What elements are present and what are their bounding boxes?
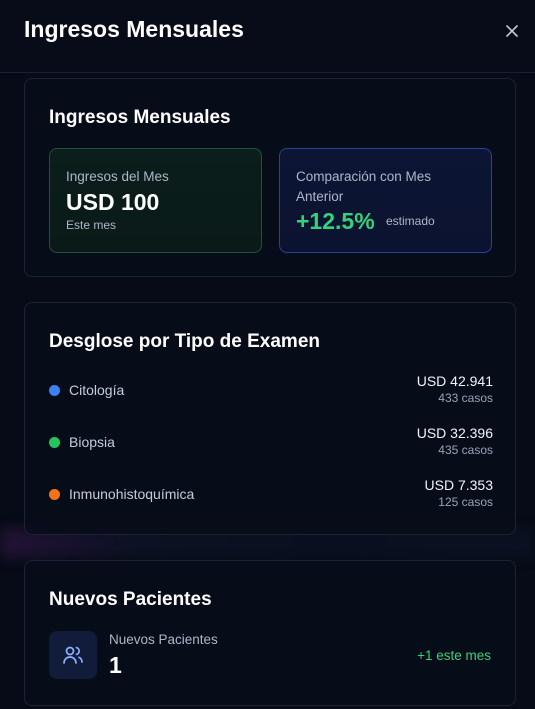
monthly-income-card: Ingresos Mensuales Ingresos del Mes USD … [24, 78, 516, 277]
month-income-box: Ingresos del Mes USD 100 Este mes [49, 148, 262, 253]
comparison-label: Comparación con Mes Anterior [296, 169, 432, 204]
exam-row-citologia: Citología USD 42.941 433 casos [49, 373, 493, 409]
close-button[interactable] [501, 20, 523, 42]
exam-cases: 435 casos [438, 443, 493, 457]
exam-color-dot [49, 385, 60, 396]
users-icon [63, 646, 83, 664]
exam-row-inmunohistoquimica: Inmunohistoquímica USD 7.353 125 casos [49, 477, 493, 513]
exam-breakdown-card: Desglose por Tipo de Examen Citología US… [24, 302, 516, 535]
new-patients-delta: +1 este mes [417, 648, 491, 663]
modal-title: Ingresos Mensuales [24, 16, 244, 42]
exam-amount: USD 42.941 [416, 373, 493, 389]
close-icon [506, 25, 518, 37]
new-patients-title: Nuevos Pacientes [49, 589, 212, 610]
modal-header: Ingresos Mensuales [0, 0, 535, 73]
month-income-sub: Este mes [66, 218, 117, 232]
exam-name: Inmunohistoquímica [69, 486, 195, 502]
comparison-value: +12.5% [296, 208, 375, 234]
breakdown-title: Desglose por Tipo de Examen [49, 331, 321, 352]
patients-icon-box [49, 631, 97, 679]
month-income-label: Ingresos del Mes [66, 169, 169, 184]
exam-cases: 433 casos [438, 391, 493, 405]
comparison-sub: estimado [386, 214, 435, 228]
exam-amount: USD 32.396 [416, 425, 493, 441]
comparison-box: Comparación con Mes Anterior +12.5% esti… [279, 148, 492, 253]
exam-name: Citología [69, 382, 125, 398]
exam-name: Biopsia [69, 434, 115, 450]
monthly-income-title: Ingresos Mensuales [49, 107, 231, 128]
new-patients-card: Nuevos Pacientes Nuevos Pacientes 1 +1 e… [24, 560, 516, 706]
new-patients-value: 1 [109, 652, 122, 678]
income-modal: Ingresos Mensuales Ingresos Mensuales In… [0, 0, 535, 709]
exam-cases: 125 casos [438, 495, 493, 509]
exam-color-dot [49, 437, 60, 448]
new-patients-label: Nuevos Pacientes [109, 632, 218, 647]
exam-row-biopsia: Biopsia USD 32.396 435 casos [49, 425, 493, 461]
exam-amount: USD 7.353 [424, 477, 493, 493]
month-income-value: USD 100 [66, 189, 160, 215]
exam-color-dot [49, 489, 60, 500]
